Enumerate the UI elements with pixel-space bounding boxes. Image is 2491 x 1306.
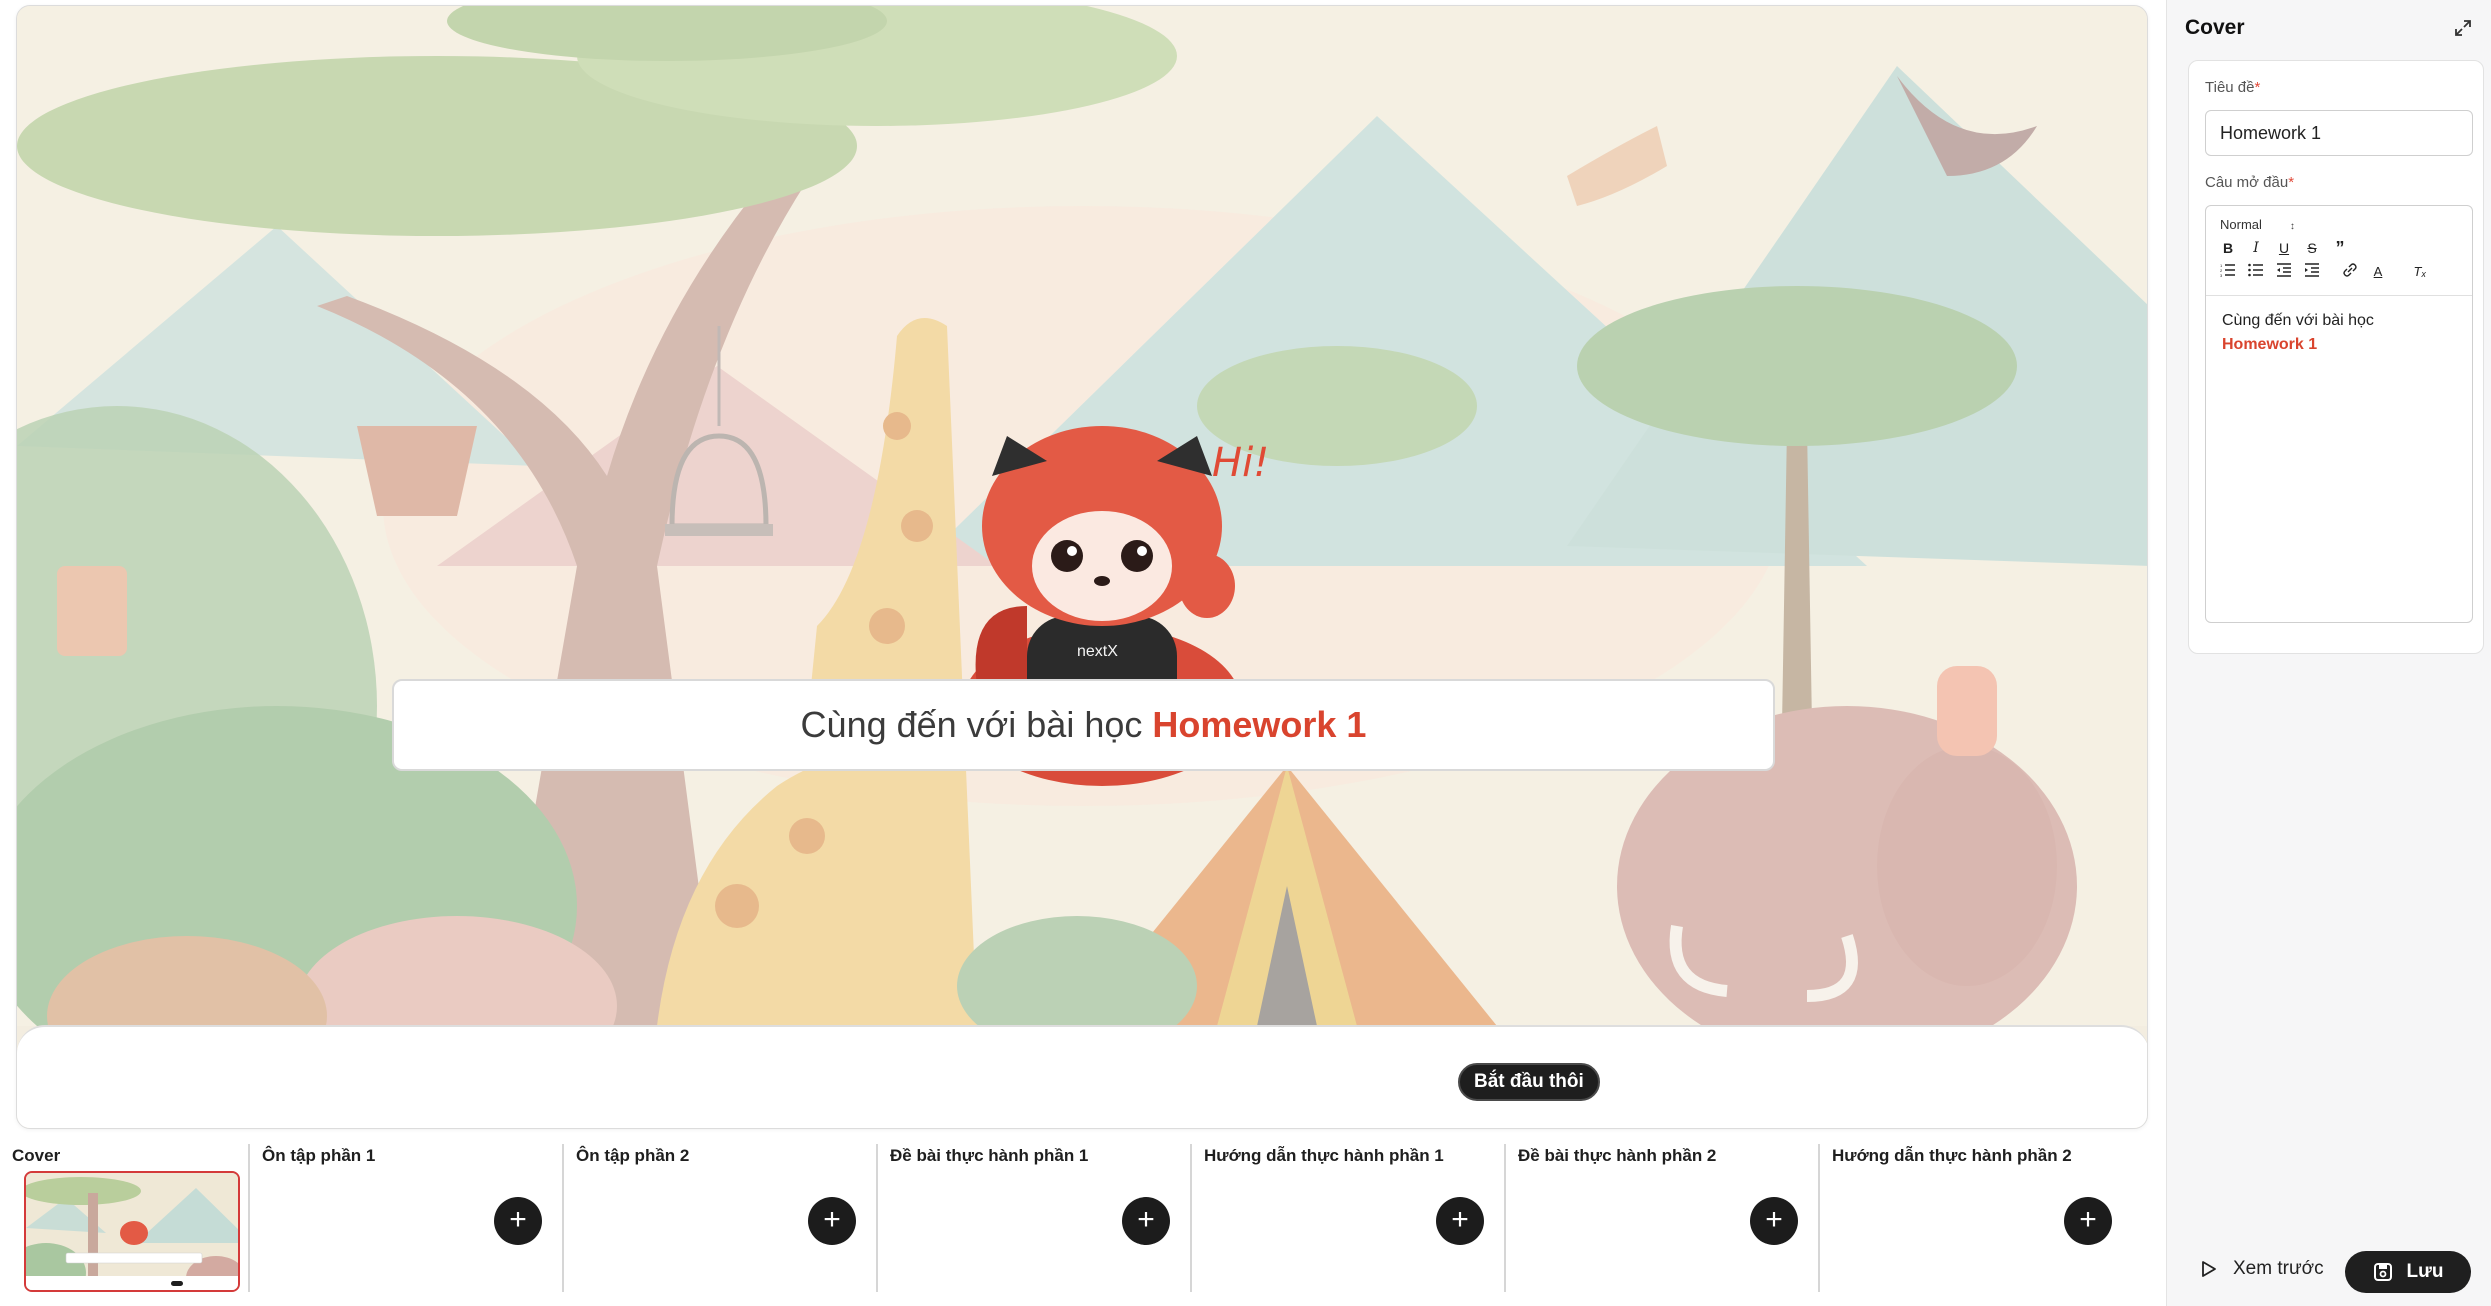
shirt-logo: nextX	[1077, 643, 1118, 660]
clear-format-icon[interactable]: Tₓ	[2410, 263, 2430, 281]
add-slide-button[interactable]: +	[1122, 1197, 1170, 1245]
editor-content[interactable]: Cùng đến với bài học Homework 1	[2222, 309, 2458, 357]
add-slide-button[interactable]: +	[2064, 1197, 2112, 1245]
cover-title-highlight: Homework 1	[1152, 704, 1367, 745]
start-button[interactable]: Bắt đầu thôi	[1458, 1063, 1600, 1101]
slot-divider	[876, 1144, 878, 1292]
slot-divider	[1190, 1144, 1192, 1292]
save-button-label: Lưu	[2406, 1261, 2444, 1282]
panel-title: Cover	[2185, 16, 2245, 39]
blockquote-icon[interactable]: ”	[2330, 239, 2350, 257]
expand-icon[interactable]	[2453, 18, 2473, 38]
play-icon	[2202, 1261, 2216, 1277]
add-slide-button[interactable]: +	[494, 1197, 542, 1245]
mascot-bubble: Hi!	[1212, 440, 1269, 486]
preview-button[interactable]: Xem trước	[2201, 1258, 2324, 1280]
add-slide-button[interactable]: +	[1750, 1197, 1798, 1245]
slide-label: Ôn tập phần 1	[262, 1146, 376, 1165]
title-input[interactable]	[2205, 110, 2473, 156]
indent-icon[interactable]	[2302, 263, 2322, 281]
intro-text: Cùng đến với bài học	[2222, 312, 2374, 329]
svg-text:3: 3	[2220, 273, 2223, 277]
slot-divider	[248, 1144, 250, 1292]
preview-button-label: Xem trước	[2233, 1258, 2324, 1279]
add-slide-button[interactable]: +	[808, 1197, 856, 1245]
intro-field-label: Câu mở đầu*	[2205, 174, 2295, 191]
cover-form: Tiêu đề* Câu mở đầu* Normal↕ B I U S ” 1…	[2188, 60, 2484, 654]
slide-slot-on-tap-2[interactable]: Ôn tập phần 2 +	[562, 1140, 872, 1292]
slide-slot-on-tap-1[interactable]: Ôn tập phần 1 +	[248, 1140, 558, 1292]
slot-divider	[1504, 1144, 1506, 1292]
bullet-list-icon[interactable]	[2246, 263, 2266, 281]
cover-title-card: Cùng đến với bài học Homework 1	[392, 679, 1775, 771]
intro-highlight: Homework 1	[2222, 336, 2318, 353]
slide-label: Hướng dẫn thực hành phần 1	[1204, 1146, 1444, 1165]
link-icon[interactable]	[2340, 263, 2360, 281]
slide-label: Ôn tập phần 2	[576, 1146, 690, 1165]
strike-icon[interactable]: S	[2302, 239, 2322, 257]
slide-label: Đề bài thực hành phần 1	[890, 1146, 1089, 1165]
title-field-label: Tiêu đề*	[2205, 79, 2261, 96]
add-slide-button[interactable]: +	[1436, 1197, 1484, 1245]
save-button[interactable]: Lưu	[2345, 1251, 2471, 1293]
slide-label: Cover	[12, 1146, 61, 1165]
stage-footer-bar: Bắt đầu thôi	[17, 1025, 2147, 1128]
cover-background-illustration: nextX Hi!	[17, 6, 2147, 1026]
slide-strip: Cover Ôn tập phần 1 + Ôn tập phần 2 + Đề…	[0, 1140, 2160, 1306]
save-icon	[2373, 1263, 2392, 1281]
slide-slot-huong-dan-2[interactable]: Hướng dẫn thực hành phần 2 +	[1818, 1140, 2128, 1292]
outdent-icon[interactable]	[2274, 263, 2294, 281]
intro-rich-text-editor[interactable]: Normal ↕ B I U S ” 123 A Tₓ Cùng đến với…	[2205, 205, 2473, 623]
editor-toolbar: Normal ↕ B I U S ” 123 A Tₓ	[2206, 206, 2472, 296]
bold-icon[interactable]: B	[2218, 239, 2238, 257]
slot-divider	[1818, 1144, 1820, 1292]
select-arrows-icon: ↕	[2289, 221, 2295, 232]
format-select[interactable]: Normal ↕	[2220, 217, 2295, 232]
slide-stage: nextX Hi! Cùng đến với bài học Homework …	[16, 5, 2148, 1129]
underline-icon[interactable]: U	[2274, 239, 2294, 257]
ordered-list-icon[interactable]: 123	[2218, 263, 2238, 281]
required-mark: *	[2254, 79, 2261, 96]
slide-label: Đề bài thực hành phần 2	[1518, 1146, 1717, 1165]
slide-slot-de-bai-1[interactable]: Đề bài thực hành phần 1 +	[876, 1140, 1186, 1292]
slide-slot-huong-dan-1[interactable]: Hướng dẫn thực hành phần 1 +	[1190, 1140, 1500, 1292]
slide-label: Hướng dẫn thực hành phần 2	[1832, 1146, 2072, 1165]
slot-divider	[562, 1144, 564, 1292]
cover-thumbnail[interactable]	[24, 1171, 240, 1292]
cover-title-prefix: Cùng đến với bài học	[800, 704, 1143, 745]
slide-slot-cover[interactable]: Cover	[12, 1140, 240, 1292]
slide-slot-de-bai-2[interactable]: Đề bài thực hành phần 2 +	[1504, 1140, 1814, 1292]
italic-icon[interactable]: I	[2246, 239, 2266, 257]
text-color-icon[interactable]: A	[2368, 263, 2388, 281]
required-mark: *	[2288, 174, 2295, 191]
properties-panel: Cover Tiêu đề* Câu mở đầu* Normal↕ B I U…	[2166, 0, 2491, 1306]
